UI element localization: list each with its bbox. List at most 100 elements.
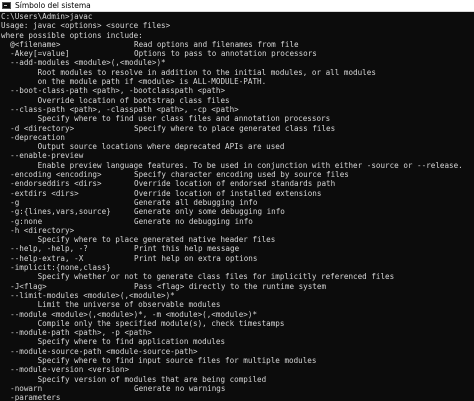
command-prompt-window: Símbolo del sistema C:\Users\Admin>javac… xyxy=(0,0,474,401)
console-line: -deprecation xyxy=(1,133,474,142)
console-line-text: -extdirs <dirs> xyxy=(1,188,79,198)
console-line-text: -g:none xyxy=(1,216,43,226)
console-line-text: -J<flag> xyxy=(1,281,47,291)
console-line-text: -encoding <encoding> xyxy=(1,170,102,180)
console-line: --module-source-path <module-source-path… xyxy=(1,347,474,356)
console-line-text: --help, -help, -? xyxy=(1,244,88,254)
console-icon xyxy=(2,2,11,9)
console-line-description: Pass <flag> directly to the runtime syst… xyxy=(134,281,327,291)
console-line-description: Override location of installed extension… xyxy=(134,188,322,198)
console-line-description: Read options and filenames from file xyxy=(134,39,299,49)
console-output[interactable]: C:\Users\Admin>javac Usage: javac <option… xyxy=(1,12,474,401)
console-line: -Akey[=value] Options to pass to annotati… xyxy=(1,49,474,58)
console-line: Usage: javac <options> <source files> xyxy=(1,21,474,30)
console-line-description: Generate no debugging info xyxy=(134,216,253,226)
console-line-text: --module-version <version> xyxy=(1,365,130,375)
console-line: --help-extra, -X Print help on extra opti… xyxy=(1,254,474,263)
console-line: --module-path <path>, -p <path> xyxy=(1,328,474,337)
console-line: -J<flag> Pass <flag> directly to the runt… xyxy=(1,282,474,291)
console-line-description: Generate no warnings xyxy=(134,383,226,393)
console-line-text: --module-source-path <module-source-path… xyxy=(1,346,198,356)
console-line-text: Output source locations where deprecated… xyxy=(1,142,285,152)
console-line-text: Specify where to find user class files a… xyxy=(1,114,331,124)
console-line-text: --module-path <path>, -p <path> xyxy=(1,328,152,338)
console-line-text: -g:{lines,vars,source} xyxy=(1,207,111,217)
console-line-text: -implicit:{none,class} xyxy=(1,263,111,273)
console-line-text: -deprecation xyxy=(1,132,66,142)
console-line: Specify version of modules that are bein… xyxy=(1,375,474,384)
console-line-text: -d <directory> xyxy=(1,123,75,133)
console-line-text: --add-modules <module>(,<module>)* xyxy=(1,58,166,68)
console-line-text: Usage: javac <options> <source files> xyxy=(1,21,171,31)
console-line-text: Compile only the specified module(s), ch… xyxy=(1,318,285,328)
console-line-text: Limit the universe of observable modules xyxy=(1,300,221,310)
console-line: Compile only the specified module(s), ch… xyxy=(1,319,474,328)
console-line: --limit-modules <module>(,<module>)* xyxy=(1,291,474,300)
console-line: Override location of bootstrap class fil… xyxy=(1,96,474,105)
console-line: Specify whether or not to generate class… xyxy=(1,272,474,281)
console-line: -h <directory> xyxy=(1,226,474,235)
console-line-text: --module <module>(,<module>)*, -m <modul… xyxy=(1,309,258,319)
console-line: -parameters xyxy=(1,393,474,401)
console-line-text: -Akey[=value] xyxy=(1,49,70,59)
console-line: on the module path if <module> is ALL-MO… xyxy=(1,77,474,86)
console-line-text: --class-path <path>, -classpath <path>, … xyxy=(1,104,239,114)
console-line-description: Specify character encoding used by sourc… xyxy=(134,170,349,180)
console-line: Output source locations where deprecated… xyxy=(1,142,474,151)
console-line: --boot-class-path <path>, -bootclasspath… xyxy=(1,86,474,95)
console-line: --help, -help, -? Print this help message xyxy=(1,244,474,253)
console-line-text: -g xyxy=(1,197,20,207)
console-line: -encoding <encoding> Specify character en… xyxy=(1,170,474,179)
console-line-text: Override location of bootstrap class fil… xyxy=(1,95,230,105)
console-line-text: where possible options include: xyxy=(1,30,143,40)
console-line-description: Generate all debugging info xyxy=(134,197,258,207)
console-line: -g Generate all debugging info xyxy=(1,198,474,207)
console-line-description: Print this help message xyxy=(134,244,240,254)
console-line-text: --enable-preview xyxy=(1,151,84,161)
console-line: where possible options include: xyxy=(1,31,474,40)
console-line-description: Print help on extra options xyxy=(134,253,258,263)
console-line: --module <module>(,<module>)*, -m <modul… xyxy=(1,310,474,319)
console-line: --add-modules <module>(,<module>)* xyxy=(1,58,474,67)
console-line-text: Enable preview language features. To be … xyxy=(1,160,463,170)
console-line: Limit the universe of observable modules xyxy=(1,300,474,309)
console-line-text: -parameters xyxy=(1,393,61,401)
console-line: -nowarn Generate no warnings xyxy=(1,384,474,393)
console-line-text: Specify where to place generated native … xyxy=(1,235,276,245)
console-line-text: --limit-modules <module>(,<module>)* xyxy=(1,290,175,300)
console-line: C:\Users\Admin>javac xyxy=(1,12,474,21)
console-line-text: --boot-class-path <path>, -bootclasspath… xyxy=(1,86,226,96)
console-line-description: Specify where to place generated class f… xyxy=(134,123,336,133)
console-line: -implicit:{none,class} xyxy=(1,263,474,272)
console-line: @<filename> Read options and filenames fr… xyxy=(1,40,474,49)
console-line: Specify where to place generated native … xyxy=(1,235,474,244)
console-line-text: C:\Users\Admin>javac xyxy=(1,12,93,21)
console-line-text: Specify where to find application module… xyxy=(1,337,226,347)
console-line: -d <directory> Specify where to place gen… xyxy=(1,124,474,133)
console-line-text: Specify whether or not to generate class… xyxy=(1,272,395,282)
console-line-text: on the module path if <module> is ALL-MO… xyxy=(1,77,267,87)
console-line: Specify where to find application module… xyxy=(1,337,474,346)
console-line-text: -endorseddirs <dirs> xyxy=(1,179,102,189)
console-line-text: Specify version of modules that are bein… xyxy=(1,374,267,384)
console-line-description: Generate only some debugging info xyxy=(134,207,285,217)
console-line-description: Override location of endorsed standards … xyxy=(134,179,336,189)
title-bar[interactable]: Símbolo del sistema xyxy=(0,0,474,12)
console-line: --enable-preview xyxy=(1,151,474,160)
console-line-text: Specify where to find input source files… xyxy=(1,355,317,365)
console-line: Specify where to find user class files a… xyxy=(1,114,474,123)
console-line: -g:none Generate no debugging info xyxy=(1,217,474,226)
console-line-text: @<filename> xyxy=(1,39,61,49)
console-line: Enable preview language features. To be … xyxy=(1,161,474,170)
console-line: --module-version <version> xyxy=(1,365,474,374)
console-line: --class-path <path>, -classpath <path>, … xyxy=(1,105,474,114)
console-line: -endorseddirs <dirs> Override location of… xyxy=(1,179,474,188)
window-title: Símbolo del sistema xyxy=(15,1,91,10)
console-line: -g:{lines,vars,source} Generate only some… xyxy=(1,207,474,216)
console-line-text: -nowarn xyxy=(1,383,43,393)
console-line-text: Root modules to resolve in addition to t… xyxy=(1,67,376,77)
console-line-text: -h <directory> xyxy=(1,225,75,235)
console-line-text: --help-extra, -X xyxy=(1,253,84,263)
console-line: Specify where to find input source files… xyxy=(1,356,474,365)
console-line-description: Options to pass to annotation processors xyxy=(134,49,317,59)
